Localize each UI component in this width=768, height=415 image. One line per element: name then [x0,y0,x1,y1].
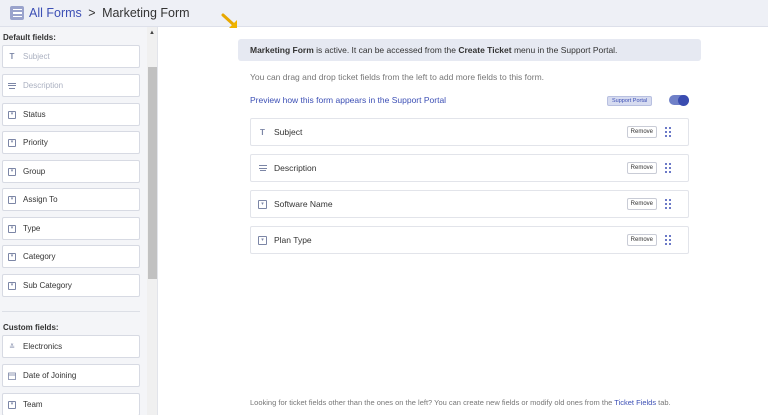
breadcrumb-all-forms-link[interactable]: All Forms [29,6,82,20]
sidebar-field-label: Date of Joining [23,371,77,380]
paragraph-icon [8,82,16,90]
dropdown-icon: ▾ [8,167,16,176]
sidebar-field-electronics[interactable]: ≚ Electronics [2,335,140,358]
sidebar-field-group[interactable]: ▾ Group [2,160,140,183]
preview-link[interactable]: Preview how this form appears in the Sup… [250,95,446,105]
banner-form-name: Marketing Form [250,45,314,55]
sidebar-scrollbar-thumb[interactable] [148,67,157,279]
text-icon: T [260,127,265,137]
form-field-row[interactable]: T Subject Remove [250,118,689,146]
paragraph-icon [258,164,267,173]
ticket-fields-link[interactable]: Ticket Fields [614,398,656,407]
dropdown-icon: ▾ [258,235,267,245]
form-field-row[interactable]: ▾ Software Name Remove [250,190,689,218]
sidebar-field-label: Sub Category [23,281,72,290]
sidebar-field-label: Priority [23,138,48,147]
breadcrumb: All Forms > Marketing Form [29,6,190,20]
sidebar-field-type[interactable]: ▾ Type [2,217,140,240]
sidebar-field-assign-to[interactable]: ▾ Assign To [2,188,140,211]
remove-button[interactable]: Remove [626,126,657,138]
sidebar-field-label: Group [23,167,46,176]
scroll-up-arrow-icon[interactable]: ▲ [149,30,155,36]
banner-menu-name: Create Ticket [458,45,512,55]
calendar-icon [8,372,16,380]
sidebar-divider [2,311,140,312]
dropdown-icon: ▾ [8,252,16,261]
sidebar-field-date-of-joining[interactable]: Date of Joining [2,364,140,387]
sidebar-field-label: Team [23,400,43,409]
breadcrumb-separator: > [88,6,96,20]
dropdown-icon: ▾ [8,281,16,290]
remove-button[interactable]: Remove [626,162,657,174]
remove-button[interactable]: Remove [626,198,657,210]
drag-handle-icon[interactable] [665,199,671,209]
dropdown-icon: ▾ [8,138,16,147]
sidebar-field-label: Status [23,110,46,119]
custom-fields-title: Custom fields: [3,323,59,332]
form-field-row[interactable]: Description Remove [250,154,689,182]
sidebar-field-label: Subject [23,52,50,61]
sidebar-field-label: Description [23,81,64,90]
dropdown-icon: ▾ [258,199,267,209]
sidebar: Default fields: T Subject Description ▾ … [0,27,158,415]
sidebar-field-label: Type [23,224,41,233]
dropdown-icon: ▾ [8,224,16,233]
dropdown-icon: ▾ [8,110,16,119]
hamburger-icon[interactable] [10,6,24,20]
sidebar-field-description[interactable]: Description [2,74,140,97]
form-field-row[interactable]: ▾ Plan Type Remove [250,226,689,254]
pointer-arrow-icon [221,13,237,28]
drag-handle-icon[interactable] [665,163,671,173]
form-field-label: Software Name [274,199,333,209]
default-fields-title: Default fields: [3,33,56,42]
sidebar-field-label: Category [23,252,56,261]
page-title: Marketing Form [102,6,190,20]
form-field-label: Description [274,163,317,173]
sidebar-field-category[interactable]: ▾ Category [2,245,140,268]
sidebar-field-label: Assign To [23,195,58,204]
sidebar-field-label: Electronics [23,342,63,351]
sidebar-field-subject[interactable]: T Subject [2,45,140,68]
banner-text: is active. It can be accessed from the [313,45,459,55]
drag-handle-icon[interactable] [665,127,671,137]
multi-select-icon: ≚ [9,343,15,351]
sidebar-field-team[interactable]: ▾ Team [2,393,140,415]
footer-text: Looking for ticket fields other than the… [250,398,615,407]
sidebar-field-priority[interactable]: ▾ Priority [2,131,140,154]
remove-button[interactable]: Remove [626,234,657,246]
dropdown-icon: ▾ [8,195,16,204]
dropdown-icon: ▾ [8,400,16,409]
form-field-label: Plan Type [274,235,312,245]
support-portal-tag: Support Portal [607,96,653,106]
text-icon: T [9,52,15,61]
top-header: All Forms > Marketing Form [0,0,768,27]
banner-text: menu in the Support Portal. [511,45,618,55]
drag-handle-icon[interactable] [665,235,671,245]
toggle-knob [678,94,689,106]
form-field-label: Subject [274,127,303,137]
support-portal-toggle[interactable] [669,94,689,106]
drag-drop-hint: You can drag and drop ticket fields from… [250,72,545,82]
form-status-banner: Marketing Form is active. It can be acce… [238,39,701,61]
footer-note: Looking for ticket fields other than the… [250,398,671,407]
sidebar-field-status[interactable]: ▾ Status [2,103,140,126]
footer-text-end: tab. [656,398,671,407]
sidebar-field-sub-category[interactable]: ▾ Sub Category [2,274,140,297]
